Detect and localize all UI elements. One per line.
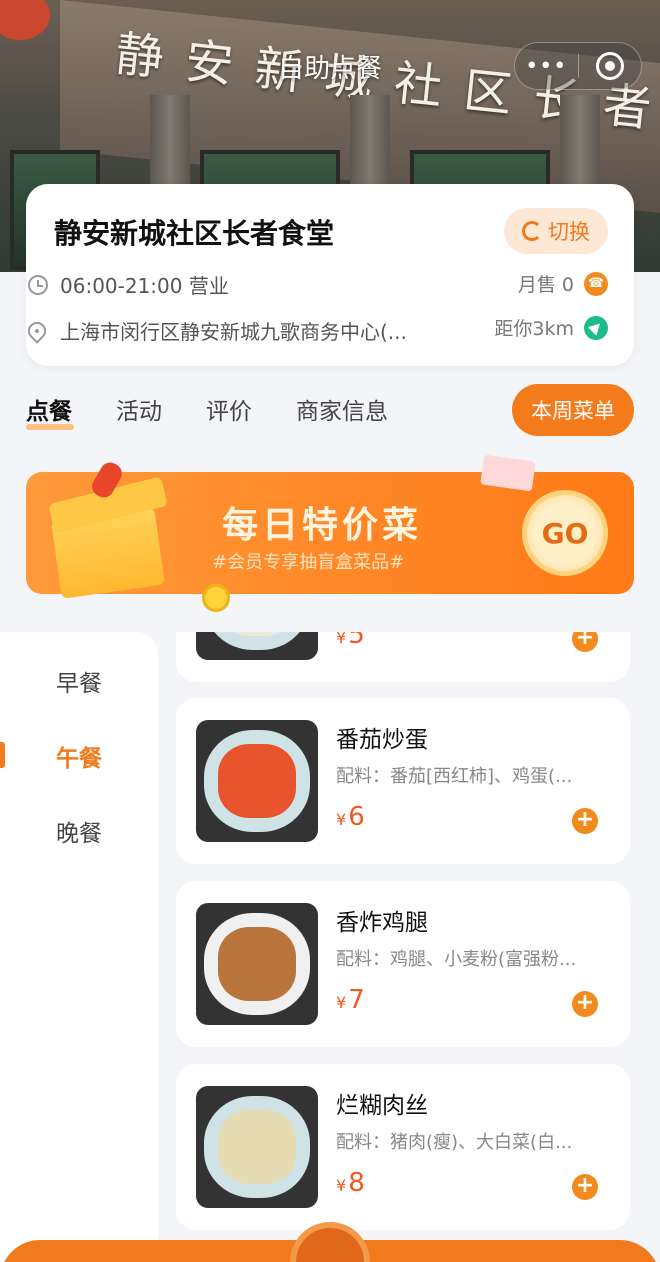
go-button[interactable]: GO [522, 490, 608, 576]
add-to-cart-button[interactable]: + [572, 808, 598, 834]
category-dinner[interactable]: 晚餐 [0, 814, 158, 848]
daily-deal-banner[interactable]: 每日特价菜 #会员专享抽盲盒菜品# GO [26, 454, 634, 612]
close-miniapp-icon[interactable] [579, 52, 642, 80]
ticket-icon [480, 454, 536, 492]
dish-image [196, 632, 318, 660]
dish-ingredients: 配料：猪肉(瘦)、大白菜(白... [336, 1132, 573, 1153]
dish-name: 番茄炒蛋 [336, 727, 428, 753]
dish-price: ¥8 [336, 1168, 365, 1198]
dish-ingredients: 配料：番茄[西红柿]、鸡蛋(... [336, 766, 573, 787]
add-to-cart-button[interactable]: + [572, 632, 598, 652]
business-hours: 06:00-21:00 营业 [28, 270, 229, 299]
monthly-sales: 月售 0 ☎ [518, 270, 608, 297]
dish-list[interactable]: ¥5 + 番茄炒蛋 配料：番茄[西红柿]、鸡蛋(... ¥6 + 香炸鸡腿 配料… [158, 632, 660, 1262]
coin-icon [202, 584, 230, 612]
dish-card[interactable]: ¥5 + [176, 632, 630, 682]
store-address[interactable]: 上海市闵行区静安新城九歌商务中心(... [24, 316, 407, 345]
switch-store-button[interactable]: 切换 [504, 208, 608, 254]
clock-icon [28, 274, 48, 295]
miniapp-capsule[interactable]: ••• [514, 42, 642, 90]
switch-label: 切换 [548, 220, 590, 244]
store-name: 静安新城社区长者食堂 [54, 217, 335, 250]
address-text: 上海市闵行区静安新城九歌商务中心(... [60, 320, 407, 344]
more-icon[interactable]: ••• [515, 54, 578, 79]
refresh-icon [522, 221, 542, 241]
tab-order[interactable]: 点餐 [26, 392, 74, 430]
navigate-icon[interactable] [584, 315, 608, 340]
dish-name: 烂糊肉丝 [336, 1093, 428, 1119]
add-to-cart-button[interactable]: + [572, 991, 598, 1017]
hours-text: 06:00-21:00 营业 [60, 274, 229, 298]
tab-merchant-info[interactable]: 商家信息 [296, 392, 388, 426]
distance-text: 距你3km [494, 318, 574, 340]
tab-reviews[interactable]: 评价 [206, 392, 252, 426]
banner-subtitle: #会员专享抽盲盒菜品# [212, 552, 405, 573]
dish-price: ¥7 [336, 985, 365, 1015]
category-lunch[interactable]: 午餐 [0, 739, 158, 773]
dish-image [196, 1086, 318, 1208]
dish-card[interactable]: 香炸鸡腿 配料：鸡腿、小麦粉(富强粉... ¥7 + [176, 881, 630, 1047]
dish-ingredients: 配料：鸡腿、小麦粉(富强粉... [336, 949, 577, 970]
dish-name: 香炸鸡腿 [336, 910, 428, 936]
banner-title: 每日特价菜 [222, 505, 423, 546]
distance: 距你3km [494, 314, 608, 341]
gift-box-icon [48, 458, 180, 602]
dish-price: ¥5 [336, 632, 365, 650]
logo-fragment [0, 0, 50, 40]
tab-activities[interactable]: 活动 [116, 392, 162, 426]
weekly-menu-button[interactable]: 本周菜单 [512, 384, 634, 436]
category-breakfast[interactable]: 早餐 [0, 664, 158, 698]
dish-image [196, 903, 318, 1025]
dish-price: ¥6 [336, 802, 365, 832]
dish-card[interactable]: 番茄炒蛋 配料：番茄[西红柿]、鸡蛋(... ¥6 + [176, 698, 630, 864]
store-tabs: 点餐 活动 评价 商家信息 [26, 392, 388, 430]
phone-icon[interactable]: ☎ [584, 271, 608, 296]
dish-image [196, 720, 318, 842]
add-to-cart-button[interactable]: + [572, 1174, 598, 1200]
category-sidebar: 早餐 午餐 晚餐 [0, 632, 158, 1262]
location-pin-icon [24, 317, 50, 344]
dish-card[interactable]: 烂糊肉丝 配料：猪肉(瘦)、大白菜(白... ¥8 + [176, 1064, 630, 1230]
monthly-sales-text: 月售 0 [517, 274, 574, 296]
